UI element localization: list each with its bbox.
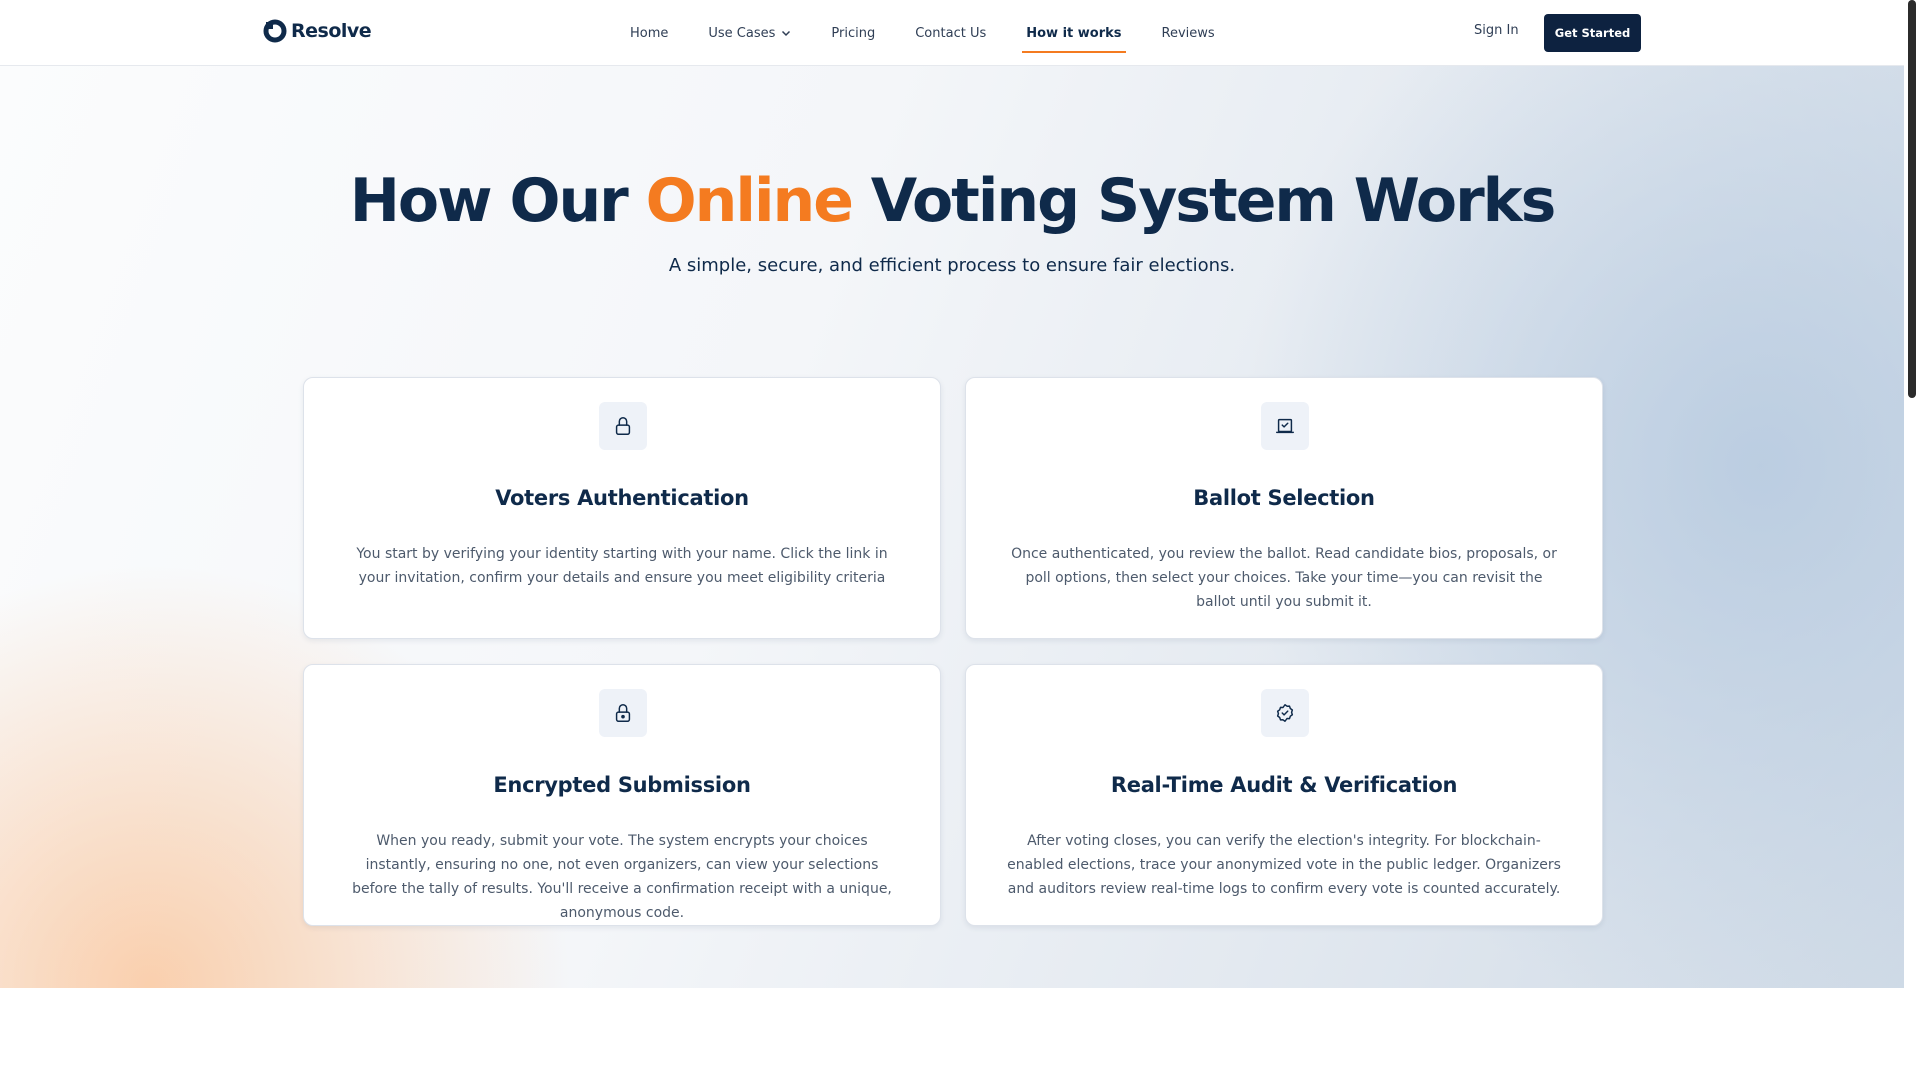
- nav-how-it-works[interactable]: How it works: [1016, 0, 1131, 66]
- card-description: After voting closes, you can verify the …: [1007, 833, 1561, 897]
- card-description: You start by verifying your identity sta…: [356, 546, 888, 586]
- lock-keyhole-icon: [599, 689, 647, 737]
- get-started-button[interactable]: Get Started: [1544, 14, 1641, 52]
- step-card-ballot-selection: Ballot Selection Once authenticated, you…: [965, 377, 1603, 639]
- nav-reviews-label: Reviews: [1161, 25, 1215, 41]
- page-scrollbar[interactable]: [1904, 0, 1920, 1080]
- card-description: When you ready, submit your vote. The sy…: [352, 833, 892, 921]
- top-navbar: Resolve Home Use Cases Pricing Contact U…: [0, 0, 1904, 66]
- nav-home[interactable]: Home: [620, 0, 678, 66]
- title-part-1: How Our: [349, 166, 646, 236]
- brand-name: Resolve: [291, 20, 372, 42]
- card-title: Ballot Selection: [1193, 486, 1375, 510]
- sign-in-link[interactable]: Sign In: [1474, 23, 1519, 38]
- card-title: Encrypted Submission: [493, 773, 751, 797]
- nav-pricing[interactable]: Pricing: [821, 0, 885, 66]
- nav-contact-us[interactable]: Contact Us: [905, 0, 996, 66]
- card-description: Once authenticated, you review the ballo…: [1011, 546, 1557, 610]
- resolve-logo-icon: [263, 19, 287, 43]
- step-card-audit-verification: Real-Time Audit & Verification After vot…: [965, 664, 1603, 926]
- title-accent: Online: [645, 166, 854, 236]
- how-it-works-section: How Our Online Voting System Works A sim…: [0, 66, 1904, 988]
- nav-use-cases[interactable]: Use Cases: [698, 0, 801, 66]
- nav-contact-us-label: Contact Us: [915, 25, 987, 41]
- page-subtitle: A simple, secure, and efficient process …: [668, 255, 1236, 276]
- nav-use-cases-label: Use Cases: [708, 25, 776, 41]
- chevron-down-icon: [782, 30, 791, 37]
- nav-how-it-works-label: How it works: [1026, 25, 1122, 41]
- badge-check-icon: [1261, 689, 1309, 737]
- scrollbar-thumb[interactable]: [1908, 0, 1916, 398]
- card-title: Voters Authentication: [495, 486, 749, 510]
- step-card-encrypted-submission: Encrypted Submission When you ready, sub…: [303, 664, 941, 926]
- step-card-authentication: Voters Authentication You start by verif…: [303, 377, 941, 639]
- page-title: How Our Online Voting System Works: [0, 166, 1904, 236]
- nav-reviews[interactable]: Reviews: [1152, 0, 1225, 66]
- card-title: Real-Time Audit & Verification: [1110, 773, 1458, 797]
- nav-pricing-label: Pricing: [831, 25, 876, 41]
- nav-home-label: Home: [630, 25, 669, 41]
- main-nav: Home Use Cases Pricing Contact Us How it…: [620, 0, 1225, 66]
- lock-icon: [599, 402, 647, 450]
- title-part-2: Voting System Works: [851, 166, 1556, 236]
- brand-logo[interactable]: Resolve: [263, 19, 372, 43]
- ballot-check-icon: [1261, 402, 1309, 450]
